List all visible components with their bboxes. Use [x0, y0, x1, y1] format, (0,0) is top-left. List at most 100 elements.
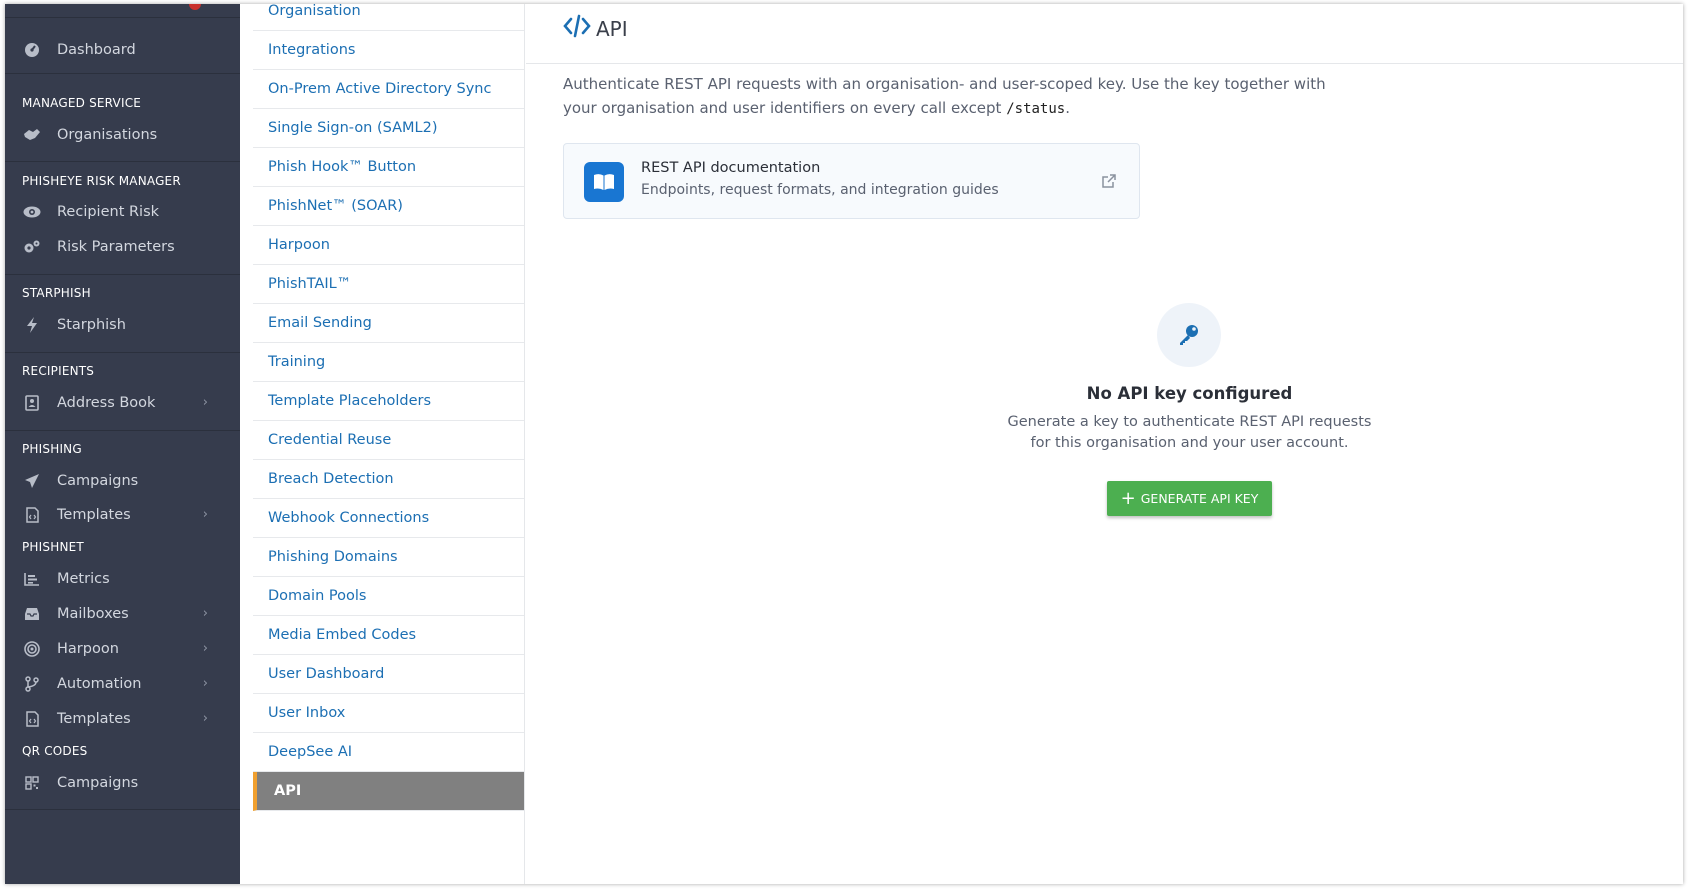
nav-item-label: Organisations	[57, 127, 158, 143]
settings-item-email-sending[interactable]: Email Sending	[253, 304, 524, 343]
inbox-icon	[22, 604, 42, 624]
nav-top-strip	[5, 4, 240, 18]
settings-item-media-embed-codes[interactable]: Media Embed Codes	[253, 616, 524, 655]
nav-item-recipient-risk[interactable]: Recipient Risk	[5, 194, 240, 230]
section-starphish: STARPHISH	[22, 286, 91, 300]
settings-menu: Organisation Integrations On-Prem Active D…	[253, 4, 525, 884]
external-link-icon	[1101, 173, 1117, 189]
empty-state-title: No API key configured	[1086, 384, 1293, 403]
gears-icon	[22, 237, 42, 257]
nav-item-organisations[interactable]: Organisations	[5, 117, 240, 153]
chevron-right-icon: ›	[202, 711, 208, 726]
chevron-right-icon: ›	[202, 641, 208, 656]
description-end: .	[1065, 99, 1071, 117]
nav-item-qr-campaigns[interactable]: Campaigns	[5, 765, 240, 801]
section-phishnet: PHISHNET	[22, 540, 84, 554]
nav-item-dashboard[interactable]: Dashboard	[5, 32, 240, 68]
nav-item-label: Address Book	[57, 395, 156, 411]
settings-item-deepsee-ai[interactable]: DeepSee AI	[253, 733, 524, 772]
settings-item-on-prem-active-directory-sync[interactable]: On-Prem Active Directory Sync	[253, 70, 524, 109]
nav-item-label: Risk Parameters	[57, 239, 175, 255]
page-description: Authenticate REST API requests with an o…	[563, 72, 1363, 121]
nav-divider	[5, 73, 240, 74]
settings-item-api[interactable]: API	[253, 772, 524, 811]
branch-icon	[22, 674, 42, 694]
app-window: Dashboard MANAGED SERVICE Organisations …	[5, 4, 1683, 884]
nav-item-label: Harpoon	[57, 641, 119, 657]
settings-item-domain-pools[interactable]: Domain Pools	[253, 577, 524, 616]
notification-dot	[189, 4, 201, 10]
settings-item-integrations[interactable]: Integrations	[253, 31, 524, 70]
settings-item-organisation[interactable]: Organisation	[253, 4, 524, 31]
bolt-icon	[22, 315, 42, 335]
settings-item-webhook-connections[interactable]: Webhook Connections	[253, 499, 524, 538]
page-title: API	[596, 17, 628, 41]
nav-item-templates[interactable]: Templates ›	[5, 497, 240, 533]
nav-item-address-book[interactable]: Address Book ›	[5, 385, 240, 421]
nav-item-label: Campaigns	[57, 775, 139, 791]
nav-item-label: Campaigns	[57, 473, 139, 489]
page-header: API	[526, 4, 1683, 64]
key-icon	[1157, 303, 1221, 367]
settings-item-phish-hook-button[interactable]: Phish Hook™ Button	[253, 148, 524, 187]
nav-item-harpoon[interactable]: Harpoon ›	[5, 631, 240, 667]
doc-card-subtitle: Endpoints, request formats, and integrat…	[641, 182, 999, 198]
settings-item-training[interactable]: Training	[253, 343, 524, 382]
nav-divider	[5, 430, 240, 431]
nav-divider	[5, 161, 240, 162]
nav-item-label: Metrics	[57, 571, 110, 587]
settings-item-user-dashboard[interactable]: User Dashboard	[253, 655, 524, 694]
paper-plane-icon	[22, 471, 42, 491]
section-managed-service: MANAGED SERVICE	[22, 96, 142, 110]
qr-code-icon	[22, 773, 42, 793]
section-recipients: RECIPIENTS	[22, 364, 95, 378]
settings-item-phishnet-soar[interactable]: PhishNet™ (SOAR)	[253, 187, 524, 226]
generate-api-key-button[interactable]: + GENERATE API KEY	[1107, 481, 1272, 516]
eye-icon	[22, 202, 42, 222]
settings-item-credential-reuse[interactable]: Credential Reuse	[253, 421, 524, 460]
nav-item-label: Dashboard	[57, 42, 136, 58]
status-endpoint-code: /status	[1006, 101, 1066, 117]
nav-item-templates-phishnet[interactable]: Templates ›	[5, 701, 240, 737]
settings-item-phishtail[interactable]: PhishTAIL™	[253, 265, 524, 304]
settings-item-phishing-domains[interactable]: Phishing Domains	[253, 538, 524, 577]
settings-item-harpoon[interactable]: Harpoon	[253, 226, 524, 265]
section-phishing: PHISHING	[22, 442, 82, 456]
nav-item-risk-parameters[interactable]: Risk Parameters	[5, 229, 240, 265]
nav-item-starphish[interactable]: Starphish	[5, 307, 240, 343]
nav-item-campaigns[interactable]: Campaigns	[5, 463, 240, 499]
empty-state-description: Generate a key to authenticate REST API …	[1007, 414, 1372, 451]
address-book-icon	[22, 393, 42, 413]
nav-item-label: Recipient Risk	[57, 204, 160, 220]
code-icon	[563, 14, 591, 38]
settings-item-user-inbox[interactable]: User Inbox	[253, 694, 524, 733]
settings-item-template-placeholders[interactable]: Template Placeholders	[253, 382, 524, 421]
file-code-icon	[22, 505, 42, 525]
file-code-icon	[22, 709, 42, 729]
description-text: Authenticate REST API requests with an o…	[563, 75, 1326, 117]
plus-icon: +	[1120, 487, 1136, 509]
nav-item-metrics[interactable]: Metrics	[5, 561, 240, 597]
section-qr-codes: QR CODES	[22, 744, 88, 758]
nav-divider	[5, 352, 240, 353]
api-documentation-link[interactable]: REST API documentation Endpoints, reques…	[563, 143, 1140, 219]
chevron-right-icon: ›	[202, 507, 208, 522]
target-icon	[22, 639, 42, 659]
section-risk-manager: PHISHEYE RISK MANAGER	[22, 174, 181, 188]
nav-item-automation[interactable]: Automation ›	[5, 666, 240, 702]
dashboard-icon	[22, 40, 42, 60]
chevron-right-icon: ›	[202, 676, 208, 691]
nav-divider	[5, 274, 240, 275]
doc-card-title: REST API documentation	[641, 160, 821, 176]
chevron-right-icon: ›	[202, 606, 208, 621]
nav-item-label: Templates	[57, 507, 131, 523]
handshake-icon	[22, 125, 42, 145]
nav-item-label: Templates	[57, 711, 131, 727]
main-content: API Authenticate REST API requests with …	[526, 4, 1683, 884]
settings-item-single-sign-on-saml2[interactable]: Single Sign-on (SAML2)	[253, 109, 524, 148]
nav-item-label: Mailboxes	[57, 606, 129, 622]
settings-item-breach-detection[interactable]: Breach Detection	[253, 460, 524, 499]
nav-item-mailboxes[interactable]: Mailboxes ›	[5, 596, 240, 632]
main-navigation: Dashboard MANAGED SERVICE Organisations …	[5, 4, 240, 884]
book-icon	[584, 162, 624, 202]
